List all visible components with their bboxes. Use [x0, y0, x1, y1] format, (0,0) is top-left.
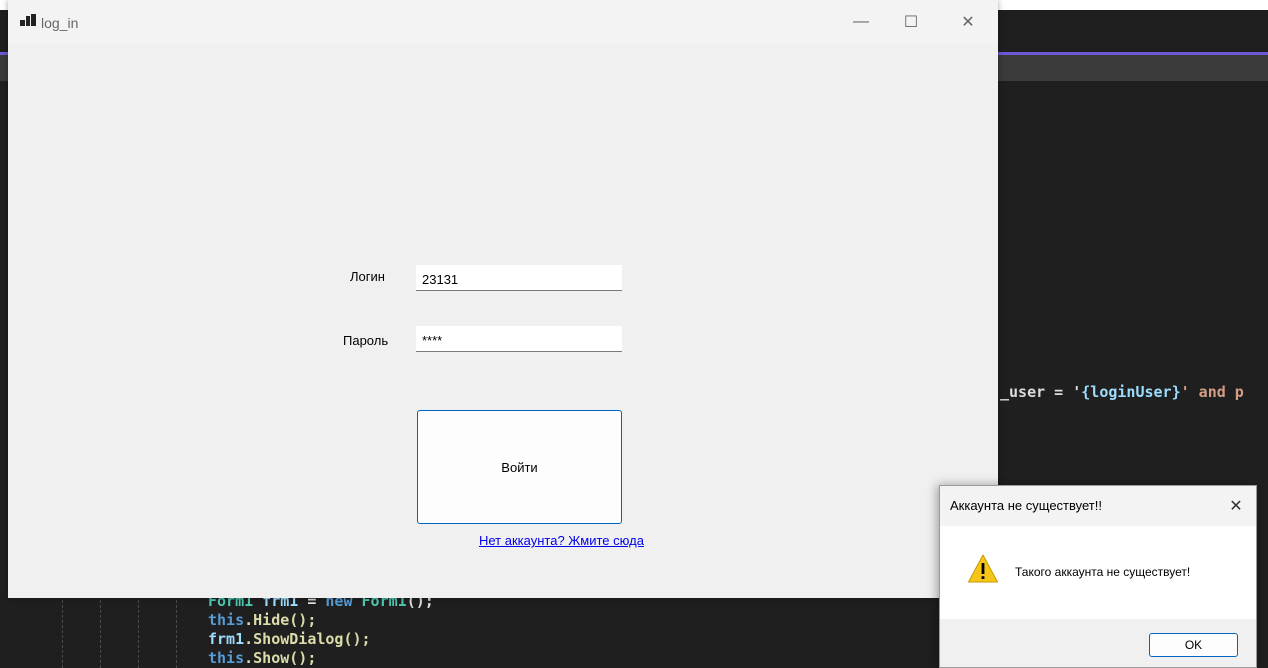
- login-input[interactable]: [416, 265, 622, 291]
- minimize-button[interactable]: —: [838, 0, 884, 44]
- indent-guide: [62, 600, 63, 668]
- code-token: .Hide();: [244, 611, 317, 629]
- ok-button[interactable]: OK: [1149, 633, 1238, 657]
- close-icon: ✕: [961, 14, 975, 31]
- code-line-4: this.Show();: [208, 649, 316, 667]
- close-button[interactable]: ✕: [945, 0, 991, 44]
- code-line-sql: _user = '{loginUser}' and p: [1000, 383, 1244, 401]
- close-icon: ✕: [1229, 498, 1243, 515]
- message-box-titlebar[interactable]: Аккаунта не существует!! ✕: [940, 486, 1256, 526]
- app-icon: [20, 14, 36, 28]
- login-label: Логин: [350, 269, 385, 284]
- password-input[interactable]: [416, 326, 622, 352]
- code-token: ' and p: [1180, 383, 1244, 401]
- code-token: frm1: [208, 630, 245, 648]
- maximize-button[interactable]: ☐: [888, 0, 934, 44]
- code-token: this: [208, 649, 245, 667]
- login-button[interactable]: Войти: [417, 410, 622, 524]
- warning-icon: [968, 554, 998, 583]
- password-label: Пароль: [343, 333, 389, 348]
- minimize-icon: —: [853, 13, 869, 30]
- login-window: log_in — ☐ ✕ Логин Пароль Войти Нет акка…: [8, 0, 998, 598]
- message-text: Такого аккаунта не существует!: [1015, 565, 1191, 579]
- code-token: .ShowDialog();: [244, 630, 371, 648]
- window-titlebar[interactable]: log_in — ☐ ✕: [8, 0, 998, 44]
- indent-guide: [176, 600, 177, 668]
- code-line-3: frm1.ShowDialog();: [208, 630, 371, 648]
- message-box: Аккаунта не существует!! ✕ Такого аккаун…: [939, 485, 1257, 668]
- message-box-content: Такого аккаунта не существует!: [940, 526, 1256, 619]
- register-link[interactable]: Нет аккаунта? Жмите сюда: [479, 533, 644, 548]
- code-token: .Show();: [244, 649, 317, 667]
- maximize-icon: ☐: [903, 14, 919, 31]
- message-box-title: Аккаунта не существует!!: [950, 498, 1102, 513]
- indent-guide: [100, 600, 101, 668]
- message-box-footer: OK: [940, 619, 1256, 667]
- message-box-close-button[interactable]: ✕: [1216, 486, 1256, 526]
- code-token: _user = ': [1000, 383, 1082, 401]
- indent-guide: [138, 600, 139, 668]
- window-title: log_in: [41, 15, 79, 31]
- code-token: this: [208, 611, 245, 629]
- code-token: {loginUser}: [1081, 383, 1181, 401]
- code-line-2: this.Hide();: [208, 611, 316, 629]
